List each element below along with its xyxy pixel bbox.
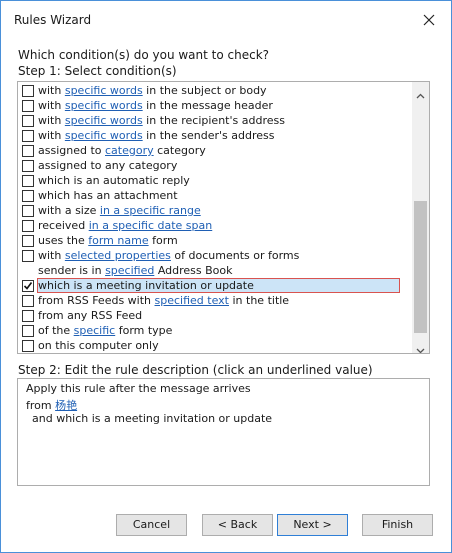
condition-label: sender is in specified Address Book: [38, 264, 233, 277]
cancel-button[interactable]: Cancel: [116, 514, 187, 536]
condition-row[interactable]: from any RSS Feed: [18, 308, 410, 323]
condition-row[interactable]: with specific words in the message heade…: [18, 98, 410, 113]
condition-label: received in a specific date span: [38, 219, 213, 232]
condition-checkbox[interactable]: [22, 235, 34, 247]
condition-label: from RSS Feeds with specified text in th…: [38, 294, 290, 307]
sender-link[interactable]: 杨艳: [55, 399, 77, 412]
condition-row[interactable]: on this computer only: [18, 338, 410, 353]
condition-row[interactable]: sender is in specified Address Book: [18, 263, 410, 278]
description-from-label: from: [26, 399, 56, 412]
condition-checkbox[interactable]: [22, 160, 34, 172]
vertical-scrollbar[interactable]: [412, 82, 429, 353]
close-icon: [423, 14, 435, 26]
close-button[interactable]: [416, 9, 442, 33]
window-title: Rules Wizard: [14, 13, 92, 27]
title-bar: Rules Wizard: [1, 1, 451, 41]
scroll-up-arrow-icon[interactable]: [416, 86, 425, 99]
condition-row[interactable]: assigned to any category: [18, 158, 410, 173]
conditions-prompt: Which condition(s) do you want to check?: [18, 48, 270, 62]
condition-label: with a size in a specific range: [38, 204, 201, 217]
finish-button[interactable]: Finish: [362, 514, 433, 536]
condition-checkbox[interactable]: [22, 205, 34, 217]
condition-value-link[interactable]: selected properties: [65, 249, 171, 262]
condition-value-link[interactable]: specified: [105, 264, 154, 277]
condition-label: of the specific form type: [38, 324, 173, 337]
condition-label: assigned to category category: [38, 144, 206, 157]
condition-row[interactable]: which is an automatic reply: [18, 173, 410, 188]
checkmark-icon: [23, 282, 33, 290]
step1-label: Step 1: Select condition(s): [18, 64, 177, 78]
condition-value-link[interactable]: specific words: [65, 84, 143, 97]
condition-checkbox[interactable]: [22, 100, 34, 112]
condition-label: with specific words in the message heade…: [38, 99, 273, 112]
next-button[interactable]: Next >: [277, 514, 348, 536]
condition-value-link[interactable]: in a specific date span: [89, 219, 213, 232]
condition-row[interactable]: from RSS Feeds with specified text in th…: [18, 293, 410, 308]
condition-label: which is a meeting invitation or update: [38, 279, 254, 292]
condition-checkbox[interactable]: [22, 295, 34, 307]
condition-checkbox[interactable]: [22, 175, 34, 187]
condition-row[interactable]: assigned to category category: [18, 143, 410, 158]
condition-row[interactable]: with specific words in the subject or bo…: [18, 83, 410, 98]
description-line-2: from 杨艳: [26, 397, 77, 413]
condition-row[interactable]: with specific words in the sender's addr…: [18, 128, 410, 143]
condition-row[interactable]: which is a meeting invitation or update: [18, 278, 410, 293]
condition-label: with specific words in the sender's addr…: [38, 129, 275, 142]
description-line-3: and which is a meeting invitation or upd…: [32, 412, 273, 425]
condition-value-link[interactable]: specific: [74, 324, 116, 337]
rule-description-box: Apply this rule after the message arrive…: [17, 378, 430, 486]
condition-checkbox[interactable]: [22, 220, 34, 232]
condition-label: with selected properties of documents or…: [38, 249, 300, 262]
condition-value-link[interactable]: specific words: [65, 129, 143, 142]
condition-value-link[interactable]: specified text: [155, 294, 229, 307]
condition-checkbox[interactable]: [22, 190, 34, 202]
condition-checkbox[interactable]: [22, 310, 34, 322]
condition-row[interactable]: received in a specific date span: [18, 218, 410, 233]
condition-value-link[interactable]: specific words: [65, 99, 143, 112]
description-line-1: Apply this rule after the message arrive…: [26, 382, 251, 395]
condition-checkbox[interactable]: [22, 325, 34, 337]
step2-label: Step 2: Edit the rule description (click…: [18, 363, 373, 377]
condition-label: which is an automatic reply: [38, 174, 190, 187]
condition-value-link[interactable]: form name: [88, 234, 148, 247]
condition-checkbox[interactable]: [22, 340, 34, 352]
scroll-down-arrow-icon[interactable]: [416, 340, 425, 353]
condition-label: uses the form name form: [38, 234, 178, 247]
back-button[interactable]: < Back: [202, 514, 273, 536]
condition-label: which has an attachment: [38, 189, 178, 202]
conditions-list: with specific words in the subject or bo…: [18, 83, 410, 353]
condition-value-link[interactable]: in a specific range: [100, 204, 201, 217]
condition-label: assigned to any category: [38, 159, 178, 172]
condition-row[interactable]: with specific words in the recipient's a…: [18, 113, 410, 128]
condition-checkbox[interactable]: [22, 85, 34, 97]
condition-label: on this computer only: [38, 339, 159, 352]
condition-label: with specific words in the subject or bo…: [38, 84, 267, 97]
condition-row[interactable]: of the specific form type: [18, 323, 410, 338]
condition-label: from any RSS Feed: [38, 309, 143, 322]
condition-row[interactable]: with selected properties of documents or…: [18, 248, 410, 263]
condition-row[interactable]: with a size in a specific range: [18, 203, 410, 218]
condition-checkbox[interactable]: [22, 250, 34, 262]
condition-row[interactable]: which has an attachment: [18, 188, 410, 203]
condition-label: with specific words in the recipient's a…: [38, 114, 285, 127]
condition-checkbox[interactable]: [22, 115, 34, 127]
scrollbar-thumb[interactable]: [414, 201, 427, 333]
condition-checkbox[interactable]: [22, 145, 34, 157]
condition-checkbox[interactable]: [22, 130, 34, 142]
condition-value-link[interactable]: category: [105, 144, 154, 157]
condition-checkbox[interactable]: [22, 280, 34, 292]
condition-row[interactable]: uses the form name form: [18, 233, 410, 248]
condition-value-link[interactable]: specific words: [65, 114, 143, 127]
rules-wizard-window: Rules Wizard Which condition(s) do you w…: [0, 0, 452, 553]
conditions-listbox[interactable]: with specific words in the subject or bo…: [17, 81, 430, 354]
